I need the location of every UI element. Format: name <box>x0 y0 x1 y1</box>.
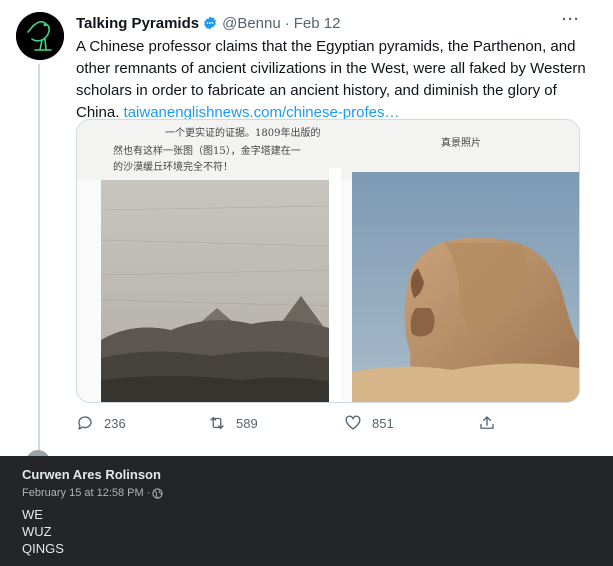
scan-text-right: 真景照片 <box>441 138 481 149</box>
heart-icon <box>345 415 361 430</box>
thread-line <box>38 64 40 456</box>
tweet-header: Talking Pyramids @Bennu · Feb 12 <box>76 13 340 33</box>
display-name[interactable]: Talking Pyramids <box>76 15 199 32</box>
like-button[interactable]: 851 <box>344 412 394 434</box>
reply-count: 236 <box>104 415 126 431</box>
scan-text-line-3: 的沙漠缓丘环境完全不符！ <box>113 162 233 173</box>
sphinx-photo <box>352 172 579 402</box>
reply-button[interactable]: 236 <box>76 412 126 434</box>
ibis-logo-icon <box>16 12 64 60</box>
comment-line-3: QINGS <box>22 541 64 556</box>
header-separator: · <box>284 14 290 32</box>
tweet-media[interactable]: 一个更实证的证据。1809年出版的 然也有这样一张图（图15），金字塔建在一 的… <box>76 119 580 403</box>
globe-icon <box>152 487 164 499</box>
tweet-actions: 236 589 851 <box>76 412 516 434</box>
share-button[interactable] <box>478 412 496 434</box>
comment-line-1: WE <box>22 507 43 522</box>
tweet-body: A Chinese professor claims that the Egyp… <box>76 36 588 124</box>
retweet-icon <box>210 417 224 429</box>
comment-panel: Curwen Ares Rolinson February 15 at 12:5… <box>0 456 613 566</box>
scan-text-line-1: 一个更实证的证据。1809年出版的 <box>165 128 321 139</box>
tweet-card[interactable]: Talking Pyramids @Bennu · Feb 12 ··· A C… <box>0 0 613 462</box>
image-divider <box>329 168 341 402</box>
more-icon[interactable]: ··· <box>556 11 586 33</box>
retweet-button[interactable]: 589 <box>208 412 258 434</box>
user-handle[interactable]: @Bennu <box>222 15 281 32</box>
retweet-count: 589 <box>236 415 258 431</box>
comment-line-2: WUZ <box>22 524 52 539</box>
comment-meta: February 15 at 12:58 PM · <box>22 487 164 499</box>
pyramids-engraving <box>101 180 329 402</box>
like-count: 851 <box>372 415 394 431</box>
verified-badge-icon <box>204 16 217 30</box>
reply-icon <box>78 416 92 430</box>
share-icon <box>480 416 494 429</box>
profile-avatar[interactable] <box>16 12 64 60</box>
tweet-date[interactable]: Feb 12 <box>294 15 341 32</box>
comment-author[interactable]: Curwen Ares Rolinson <box>22 467 161 482</box>
scan-text-line-2: 然也有这样一张图（图15），金字塔建在一 <box>113 146 301 157</box>
comment-timestamp[interactable]: February 15 at 12:58 PM · <box>22 487 150 499</box>
